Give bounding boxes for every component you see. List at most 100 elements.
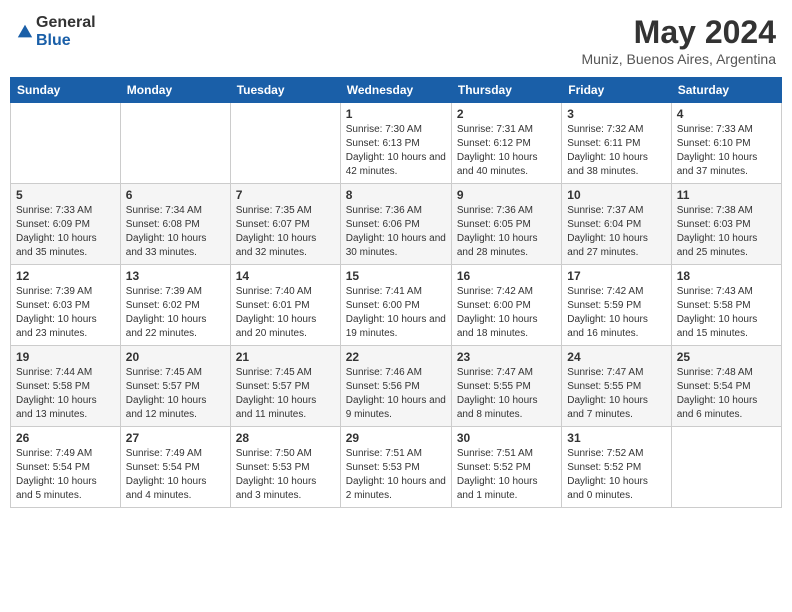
day-number: 31 — [567, 431, 665, 445]
day-number: 8 — [346, 188, 446, 202]
day-number: 23 — [457, 350, 556, 364]
day-info: Sunrise: 7:39 AM Sunset: 6:02 PM Dayligh… — [126, 285, 225, 341]
calendar-cell: 23 Sunrise: 7:47 AM Sunset: 5:55 PM Dayli… — [451, 346, 561, 427]
calendar-cell: 16Sunrise: 7:42 AM Sunset: 6:00 PM Dayli… — [451, 265, 561, 346]
day-info: Sunrise: 7:42 AM Sunset: 6:00 PM Dayligh… — [457, 285, 556, 341]
day-info: Sunrise: 7:34 AM Sunset: 6:08 PM Dayligh… — [126, 204, 225, 260]
calendar-cell: 24Sunrise: 7:47 AM Sunset: 5:55 PM Dayli… — [562, 346, 671, 427]
calendar-day-header: Tuesday — [230, 78, 340, 103]
calendar-cell: 19 Sunrise: 7:44 AM Sunset: 5:58 PM Dayli… — [11, 346, 121, 427]
day-number: 4 — [677, 107, 776, 121]
day-number: 21 — [236, 350, 335, 364]
day-number: 1 — [346, 107, 446, 121]
calendar-week-row: 5Sunrise: 7:33 AM Sunset: 6:09 PM Daylig… — [11, 184, 782, 265]
day-number: 14 — [236, 269, 335, 283]
day-number: 26 — [16, 431, 115, 445]
day-info: Sunrise: 7:45 AM Sunset: 5:57 PM Dayligh… — [236, 366, 335, 422]
calendar-cell: 30Sunrise: 7:51 AM Sunset: 5:52 PM Dayli… — [451, 427, 561, 508]
day-number: 25 — [677, 350, 776, 364]
day-number: 29 — [346, 431, 446, 445]
calendar-week-row: 26 Sunrise: 7:49 AM Sunset: 5:54 PM Dayli… — [11, 427, 782, 508]
calendar-week-row: 19 Sunrise: 7:44 AM Sunset: 5:58 PM Dayli… — [11, 346, 782, 427]
day-info: Sunrise: 7:39 AM Sunset: 6:03 PM Dayligh… — [16, 285, 115, 341]
day-info: Sunrise: 7:44 AM Sunset: 5:58 PM Dayligh… — [16, 366, 115, 422]
calendar-cell — [11, 103, 121, 184]
calendar-table: SundayMondayTuesdayWednesdayThursdayFrid… — [10, 77, 782, 508]
logo-blue: Blue — [36, 32, 96, 50]
day-info: Sunrise: 7:47 AM Sunset: 5:55 PM Dayligh… — [457, 366, 556, 422]
calendar-cell: 7Sunrise: 7:35 AM Sunset: 6:07 PM Daylig… — [230, 184, 340, 265]
calendar-cell: 3 Sunrise: 7:32 AM Sunset: 6:11 PM Daylig… — [562, 103, 671, 184]
calendar-cell: 6 Sunrise: 7:34 AM Sunset: 6:08 PM Daylig… — [120, 184, 230, 265]
day-number: 10 — [567, 188, 665, 202]
calendar-cell: 15 Sunrise: 7:41 AM Sunset: 6:00 PM Dayli… — [340, 265, 451, 346]
logo-text: General Blue — [36, 14, 96, 49]
day-info: Sunrise: 7:49 AM Sunset: 5:54 PM Dayligh… — [16, 447, 115, 503]
day-number: 27 — [126, 431, 225, 445]
day-info: Sunrise: 7:45 AM Sunset: 5:57 PM Dayligh… — [126, 366, 225, 422]
calendar-cell: 26 Sunrise: 7:49 AM Sunset: 5:54 PM Dayli… — [11, 427, 121, 508]
day-number: 11 — [677, 188, 776, 202]
logo: General Blue — [16, 14, 96, 49]
day-number: 15 — [346, 269, 446, 283]
calendar-cell: 12 Sunrise: 7:39 AM Sunset: 6:03 PM Dayli… — [11, 265, 121, 346]
calendar-cell: 28 Sunrise: 7:50 AM Sunset: 5:53 PM Dayli… — [230, 427, 340, 508]
day-number: 20 — [126, 350, 225, 364]
day-number: 3 — [567, 107, 665, 121]
calendar-cell — [120, 103, 230, 184]
day-number: 13 — [126, 269, 225, 283]
day-info: Sunrise: 7:48 AM Sunset: 5:54 PM Dayligh… — [677, 366, 776, 422]
day-info: Sunrise: 7:51 AM Sunset: 5:52 PM Dayligh… — [457, 447, 556, 503]
day-number: 18 — [677, 269, 776, 283]
calendar-cell: 27 Sunrise: 7:49 AM Sunset: 5:54 PM Dayli… — [120, 427, 230, 508]
calendar-header-row: SundayMondayTuesdayWednesdayThursdayFrid… — [11, 78, 782, 103]
calendar-cell: 11Sunrise: 7:38 AM Sunset: 6:03 PM Dayli… — [671, 184, 781, 265]
calendar-cell: 22Sunrise: 7:46 AM Sunset: 5:56 PM Dayli… — [340, 346, 451, 427]
day-info: Sunrise: 7:51 AM Sunset: 5:53 PM Dayligh… — [346, 447, 446, 503]
day-info: Sunrise: 7:46 AM Sunset: 5:56 PM Dayligh… — [346, 366, 446, 422]
day-info: Sunrise: 7:33 AM Sunset: 6:10 PM Dayligh… — [677, 123, 776, 179]
calendar-cell: 20 Sunrise: 7:45 AM Sunset: 5:57 PM Dayli… — [120, 346, 230, 427]
calendar-week-row: 1 Sunrise: 7:30 AM Sunset: 6:13 PM Daylig… — [11, 103, 782, 184]
calendar-day-header: Monday — [120, 78, 230, 103]
day-number: 17 — [567, 269, 665, 283]
day-info: Sunrise: 7:35 AM Sunset: 6:07 PM Dayligh… — [236, 204, 335, 260]
calendar-cell: 14 Sunrise: 7:40 AM Sunset: 6:01 PM Dayli… — [230, 265, 340, 346]
calendar-cell: 1 Sunrise: 7:30 AM Sunset: 6:13 PM Daylig… — [340, 103, 451, 184]
title-section: May 2024 Muniz, Buenos Aires, Argentina — [581, 14, 776, 67]
day-info: Sunrise: 7:40 AM Sunset: 6:01 PM Dayligh… — [236, 285, 335, 341]
calendar-cell — [671, 427, 781, 508]
day-number: 28 — [236, 431, 335, 445]
day-number: 19 — [16, 350, 115, 364]
day-info: Sunrise: 7:36 AM Sunset: 6:05 PM Dayligh… — [457, 204, 556, 260]
calendar-cell: 5Sunrise: 7:33 AM Sunset: 6:09 PM Daylig… — [11, 184, 121, 265]
page-header: General Blue May 2024 Muniz, Buenos Aire… — [10, 10, 782, 71]
calendar-day-header: Sunday — [11, 78, 121, 103]
calendar-day-header: Wednesday — [340, 78, 451, 103]
location: Muniz, Buenos Aires, Argentina — [581, 51, 776, 67]
day-info: Sunrise: 7:33 AM Sunset: 6:09 PM Dayligh… — [16, 204, 115, 260]
day-info: Sunrise: 7:50 AM Sunset: 5:53 PM Dayligh… — [236, 447, 335, 503]
calendar-cell: 4 Sunrise: 7:33 AM Sunset: 6:10 PM Daylig… — [671, 103, 781, 184]
day-info: Sunrise: 7:30 AM Sunset: 6:13 PM Dayligh… — [346, 123, 446, 179]
day-info: Sunrise: 7:32 AM Sunset: 6:11 PM Dayligh… — [567, 123, 665, 179]
calendar-cell: 8 Sunrise: 7:36 AM Sunset: 6:06 PM Daylig… — [340, 184, 451, 265]
day-info: Sunrise: 7:49 AM Sunset: 5:54 PM Dayligh… — [126, 447, 225, 503]
calendar-cell: 10Sunrise: 7:37 AM Sunset: 6:04 PM Dayli… — [562, 184, 671, 265]
calendar-cell: 29 Sunrise: 7:51 AM Sunset: 5:53 PM Dayli… — [340, 427, 451, 508]
calendar-cell: 13 Sunrise: 7:39 AM Sunset: 6:02 PM Dayli… — [120, 265, 230, 346]
day-info: Sunrise: 7:31 AM Sunset: 6:12 PM Dayligh… — [457, 123, 556, 179]
calendar-cell: 18Sunrise: 7:43 AM Sunset: 5:58 PM Dayli… — [671, 265, 781, 346]
month-year: May 2024 — [581, 14, 776, 51]
calendar-cell: 2 Sunrise: 7:31 AM Sunset: 6:12 PM Daylig… — [451, 103, 561, 184]
day-number: 6 — [126, 188, 225, 202]
calendar-cell: 17Sunrise: 7:42 AM Sunset: 5:59 PM Dayli… — [562, 265, 671, 346]
day-info: Sunrise: 7:36 AM Sunset: 6:06 PM Dayligh… — [346, 204, 446, 260]
day-number: 12 — [16, 269, 115, 283]
calendar-cell: 21 Sunrise: 7:45 AM Sunset: 5:57 PM Dayli… — [230, 346, 340, 427]
calendar-day-header: Thursday — [451, 78, 561, 103]
day-info: Sunrise: 7:41 AM Sunset: 6:00 PM Dayligh… — [346, 285, 446, 341]
day-info: Sunrise: 7:47 AM Sunset: 5:55 PM Dayligh… — [567, 366, 665, 422]
calendar-cell: 9Sunrise: 7:36 AM Sunset: 6:05 PM Daylig… — [451, 184, 561, 265]
day-number: 2 — [457, 107, 556, 121]
